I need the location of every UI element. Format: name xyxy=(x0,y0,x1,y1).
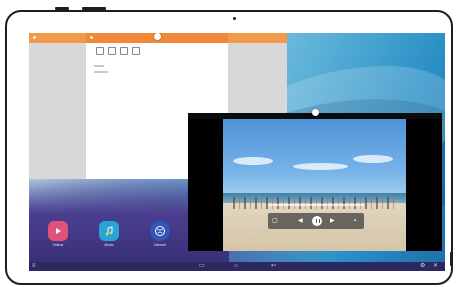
internet-app-icon[interactable] xyxy=(150,221,170,241)
gear-icon[interactable]: ⚙ xyxy=(420,263,425,270)
notes-window-drag-handle[interactable] xyxy=(154,33,161,40)
note-line xyxy=(94,71,108,73)
window-menu-icon[interactable] xyxy=(33,36,36,39)
volume-button xyxy=(55,7,69,10)
menu-icon[interactable]: ≡ xyxy=(32,263,36,270)
seek-bar[interactable] xyxy=(268,204,364,206)
text-icon[interactable] xyxy=(96,47,104,55)
front-camera xyxy=(233,17,236,20)
playback-controls: ▢ ◀ ▶ ▪ xyxy=(268,213,364,229)
cloud xyxy=(353,155,393,163)
back-icon[interactable]: ↩ xyxy=(271,263,276,270)
side-key xyxy=(450,252,453,266)
close-icon[interactable]: ✕ xyxy=(433,263,438,270)
note-line xyxy=(94,65,104,67)
lock-icon[interactable]: ▢ xyxy=(272,218,278,224)
music-note-icon xyxy=(105,226,113,236)
power-button xyxy=(82,7,106,10)
beach-crowd xyxy=(233,197,398,209)
mic-icon[interactable] xyxy=(120,47,128,55)
video-frame[interactable] xyxy=(223,119,406,251)
cloud xyxy=(233,157,273,165)
fullscreen-icon[interactable]: ▪ xyxy=(354,218,356,224)
browser-globe-icon xyxy=(155,226,165,236)
pause-button[interactable] xyxy=(312,216,322,226)
video-play-icon xyxy=(56,228,61,234)
app-label-music: Music xyxy=(104,243,114,247)
navigation-bar: ≡ ▭ ⌂ ↩ ⚙ ✕ xyxy=(29,262,445,271)
list-icon[interactable] xyxy=(132,47,140,55)
videos-app-icon[interactable] xyxy=(48,221,68,241)
video-window-drag-handle[interactable] xyxy=(312,109,319,116)
music-app-icon[interactable] xyxy=(99,221,119,241)
home-icon[interactable]: ⌂ xyxy=(234,263,238,270)
image-icon[interactable] xyxy=(108,47,116,55)
cloud xyxy=(293,163,348,170)
forward-icon[interactable]: ▶ xyxy=(330,218,335,224)
back-arrow-icon[interactable] xyxy=(90,36,93,39)
video-player-window[interactable]: ▢ ◀ ▶ ▪ xyxy=(188,113,442,251)
recents-icon[interactable]: ▭ xyxy=(199,263,205,270)
app-label-videos: Videos xyxy=(52,243,64,247)
rewind-icon[interactable]: ◀ xyxy=(298,218,303,224)
tablet-screen: ▢ ◀ ▶ ▪ Videos Music Internet ≡ ▭ ⌂ ↩ ⚙ … xyxy=(29,33,445,271)
app-label-internet: Internet xyxy=(154,243,166,247)
